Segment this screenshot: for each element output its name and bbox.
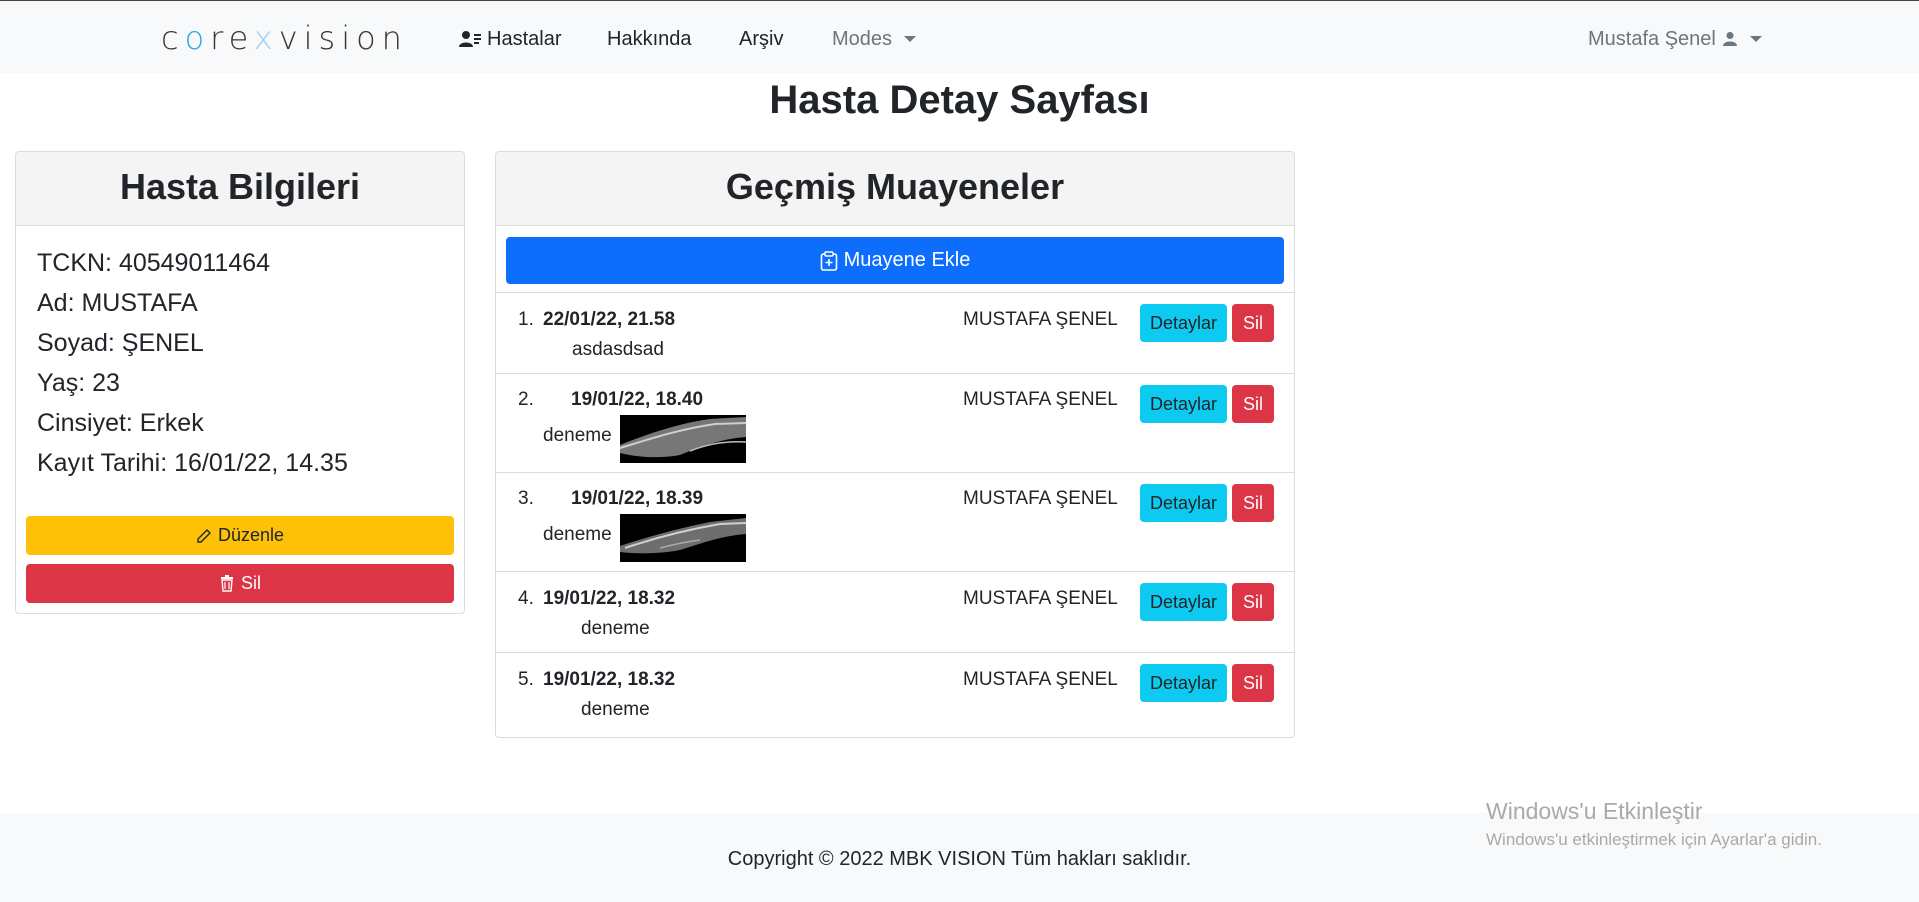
nav-item-arsiv[interactable]: Arşiv bbox=[739, 26, 783, 52]
past-exams-header: Geçmiş Muayeneler bbox=[496, 152, 1294, 226]
user-name: Mustafa Şenel bbox=[1588, 28, 1716, 50]
brand-logo[interactable]: corexvision bbox=[161, 18, 408, 58]
exam-note: deneme bbox=[581, 699, 650, 720]
user-menu-dropdown[interactable]: Mustafa Şenel bbox=[1588, 26, 1762, 52]
patient-registration-date: Kayıt Tarihi: 16/01/22, 14.35 bbox=[37, 449, 348, 477]
past-exams-card: Geçmiş Muayeneler Muayene Ekle 1. 22/01/… bbox=[495, 151, 1295, 738]
exam-details-button[interactable]: Detaylar bbox=[1140, 385, 1227, 423]
exam-delete-button[interactable]: Sil bbox=[1232, 484, 1274, 522]
exam-note: asdasdsad bbox=[572, 339, 664, 360]
patient-info-header: Hasta Bilgileri bbox=[16, 152, 464, 226]
delete-patient-label: Sil bbox=[240, 573, 261, 593]
exam-delete-button[interactable]: Sil bbox=[1232, 304, 1274, 342]
nav-item-label: Hakkında bbox=[607, 28, 692, 50]
clipboard-plus-icon bbox=[820, 250, 838, 271]
nav-item-modes-dropdown[interactable]: Modes bbox=[832, 26, 917, 52]
exam-row: 3. 19/01/22, 18.39 deneme MUSTAFA ŞENEL … bbox=[496, 473, 1294, 572]
exam-date: 19/01/22, 18.40 bbox=[571, 389, 704, 410]
nav-item-hastalar[interactable]: Hastalar bbox=[459, 26, 561, 52]
exam-note: deneme bbox=[543, 425, 612, 446]
exam-details-button[interactable]: Detaylar bbox=[1140, 304, 1227, 342]
trash-icon bbox=[219, 575, 235, 592]
exam-image-thumbnail[interactable] bbox=[620, 415, 746, 463]
exam-number: 5. bbox=[518, 669, 534, 690]
exam-row: 2. 19/01/22, 18.40 deneme MUSTAFA ŞENEL … bbox=[496, 374, 1294, 473]
exam-date: 19/01/22, 18.39 bbox=[571, 488, 704, 509]
exam-delete-button[interactable]: Sil bbox=[1232, 664, 1274, 702]
delete-patient-button[interactable]: Sil bbox=[26, 564, 454, 603]
exam-image-thumbnail[interactable] bbox=[620, 514, 746, 562]
patient-gender: Cinsiyet: Erkek bbox=[37, 409, 204, 437]
exam-number: 4. bbox=[518, 588, 534, 609]
patient-name: Ad: MUSTAFA bbox=[37, 289, 198, 317]
exam-list: 1. 22/01/22, 21.58 asdasdsad MUSTAFA ŞEN… bbox=[496, 292, 1294, 737]
patient-info-card: Hasta Bilgileri TCKN: 40549011464 Ad: MU… bbox=[15, 151, 465, 614]
exam-details-button[interactable]: Detaylar bbox=[1140, 664, 1227, 702]
user-icon bbox=[1722, 31, 1738, 47]
exam-row: 1. 22/01/22, 21.58 asdasdsad MUSTAFA ŞEN… bbox=[496, 293, 1294, 374]
exam-note: deneme bbox=[543, 524, 612, 545]
exam-note: deneme bbox=[581, 618, 650, 639]
pencil-icon bbox=[196, 528, 212, 544]
exam-details-button[interactable]: Detaylar bbox=[1140, 583, 1227, 621]
exam-doctor: MUSTAFA ŞENEL bbox=[963, 669, 1118, 690]
add-exam-button[interactable]: Muayene Ekle bbox=[506, 237, 1284, 284]
patient-tckn: TCKN: 40549011464 bbox=[37, 249, 271, 277]
exam-row: 5. 19/01/22, 18.32 deneme MUSTAFA ŞENEL … bbox=[496, 653, 1294, 737]
exam-date: 19/01/22, 18.32 bbox=[543, 669, 676, 690]
exam-delete-button[interactable]: Sil bbox=[1232, 583, 1274, 621]
nav-item-hakkinda[interactable]: Hakkında bbox=[607, 26, 692, 52]
caret-down-icon bbox=[1749, 36, 1762, 42]
exam-number: 2. bbox=[518, 389, 534, 410]
exam-doctor: MUSTAFA ŞENEL bbox=[963, 389, 1118, 410]
nav-item-label: Arşiv bbox=[739, 28, 784, 50]
windows-activation-subtitle: Windows'u etkinleştirmek için Ayarlar'a … bbox=[1486, 830, 1822, 849]
exam-doctor: MUSTAFA ŞENEL bbox=[963, 309, 1118, 330]
nav-item-label: Modes bbox=[832, 28, 893, 50]
windows-activation-title: Windows'u Etkinleştir bbox=[1486, 798, 1703, 824]
navbar: corexvision Hastalar Hakkında Arşiv Mode… bbox=[0, 1, 1919, 73]
caret-down-icon bbox=[904, 36, 917, 42]
nav-item-label: Hastalar bbox=[487, 28, 562, 50]
exam-row: 4. 19/01/22, 18.32 deneme MUSTAFA ŞENEL … bbox=[496, 572, 1294, 653]
exam-doctor: MUSTAFA ŞENEL bbox=[963, 488, 1118, 509]
edit-patient-label: Düzenle bbox=[217, 525, 285, 545]
patient-age: Yaş: 23 bbox=[37, 369, 120, 397]
patient-surname: Soyad: ŞENEL bbox=[37, 329, 204, 357]
exam-doctor: MUSTAFA ŞENEL bbox=[963, 588, 1118, 609]
user-list-icon bbox=[459, 30, 481, 48]
exam-date: 22/01/22, 21.58 bbox=[543, 309, 676, 330]
exam-number: 3. bbox=[518, 488, 534, 509]
exam-details-button[interactable]: Detaylar bbox=[1140, 484, 1227, 522]
footer: Copyright © 2022 MBK VISION Tüm hakları … bbox=[0, 813, 1919, 902]
add-exam-label: Muayene Ekle bbox=[843, 249, 971, 271]
edit-patient-button[interactable]: Düzenle bbox=[26, 516, 454, 555]
exam-date: 19/01/22, 18.32 bbox=[543, 588, 676, 609]
exam-delete-button[interactable]: Sil bbox=[1232, 385, 1274, 423]
exam-number: 1. bbox=[518, 309, 534, 330]
page-title: Hasta Detay Sayfası bbox=[769, 78, 1150, 122]
